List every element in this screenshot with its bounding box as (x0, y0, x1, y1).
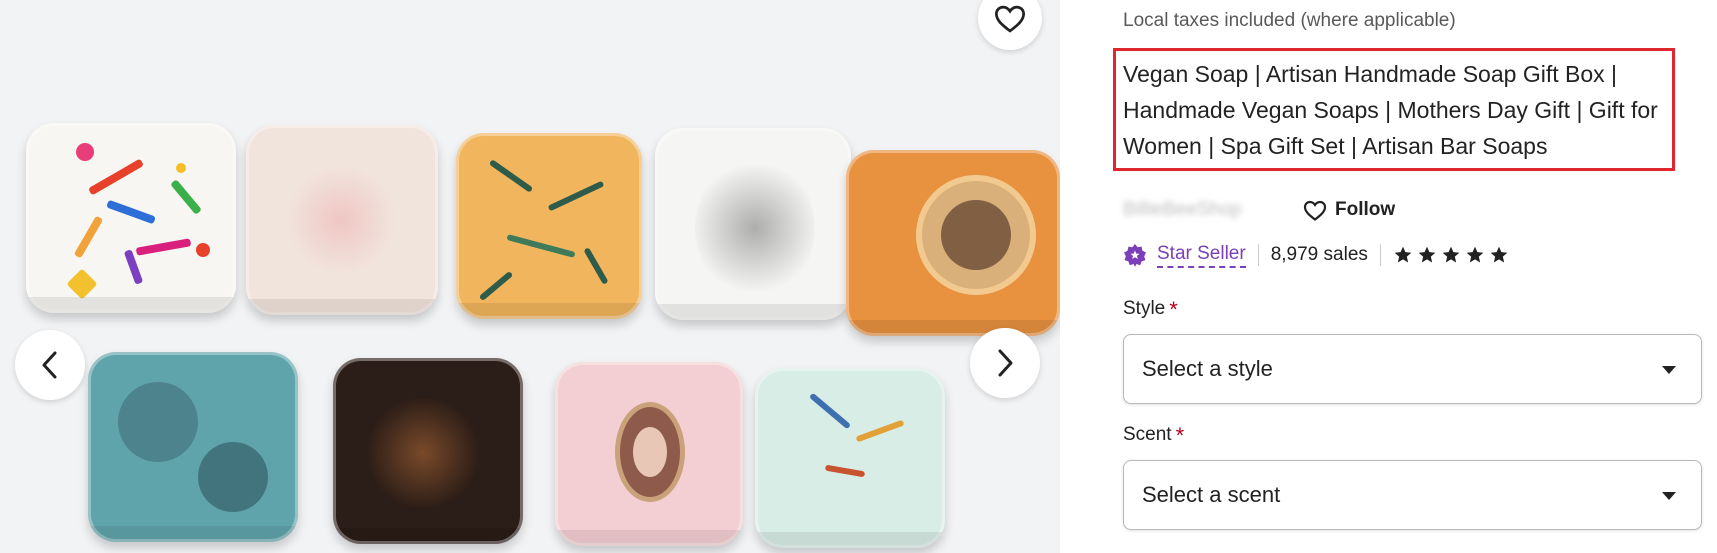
rating-stars[interactable] (1393, 245, 1509, 265)
shop-row: BillieBeeShop Follow (1123, 192, 1395, 228)
favorite-button[interactable] (978, 0, 1042, 50)
style-select[interactable]: Select a style (1123, 334, 1702, 404)
scent-select[interactable]: Select a scent (1123, 460, 1702, 530)
scent-select-value: Select a scent (1142, 482, 1281, 507)
heart-outline-icon (994, 5, 1026, 33)
caret-down-icon (1662, 492, 1676, 500)
chevron-right-icon (998, 349, 1013, 377)
divider (1379, 244, 1381, 266)
caret-down-icon (1662, 366, 1676, 374)
star-icon (1490, 246, 1508, 263)
chevron-left-icon (42, 351, 57, 379)
star-seller-link[interactable]: Star Seller (1157, 243, 1246, 268)
required-marker: * (1175, 423, 1185, 448)
divider (1257, 244, 1259, 266)
follow-label: Follow (1335, 199, 1396, 220)
star-seller-badge-icon (1124, 244, 1146, 267)
star-icon (1418, 246, 1436, 263)
heart-outline-icon (1303, 200, 1327, 221)
listing-title: Vegan Soap | Artisan Handmade Soap Gift … (1123, 61, 1658, 159)
soap-floral-mint (755, 368, 945, 548)
tax-note: Local taxes included (where applicable) (1123, 10, 1456, 31)
scent-label: Scent * (1123, 423, 1184, 449)
shop-name-link[interactable]: BillieBeeShop (1123, 199, 1283, 221)
star-icon (1442, 246, 1460, 263)
soap-poppy-seed (655, 128, 851, 320)
style-label-text: Style (1123, 298, 1166, 319)
style-select-value: Select a style (1142, 356, 1273, 381)
listing-image-carousel[interactable] (0, 0, 1060, 553)
soap-pink-salt (246, 125, 438, 315)
required-marker: * (1169, 297, 1178, 322)
star-icon (1394, 246, 1412, 263)
carousel-next-button[interactable] (970, 328, 1040, 398)
soap-blue-marble (88, 352, 298, 542)
sales-count: 8,979 sales (1270, 244, 1368, 265)
follow-button[interactable]: Follow (1303, 199, 1395, 221)
soap-coffee (333, 358, 523, 544)
style-label: Style * (1123, 297, 1178, 323)
soap-citrus-slice (846, 150, 1060, 336)
listing-details-panel: Local taxes included (where applicable) … (1113, 0, 1703, 553)
seller-info-row: Star Seller 8,979 sales (1123, 238, 1509, 272)
soap-confetti (26, 123, 236, 313)
scent-label-text: Scent (1123, 424, 1172, 445)
soap-pink-fig (555, 362, 743, 546)
star-icon (1466, 246, 1484, 263)
carousel-prev-button[interactable] (15, 330, 85, 400)
soap-orange-herb (456, 133, 642, 319)
